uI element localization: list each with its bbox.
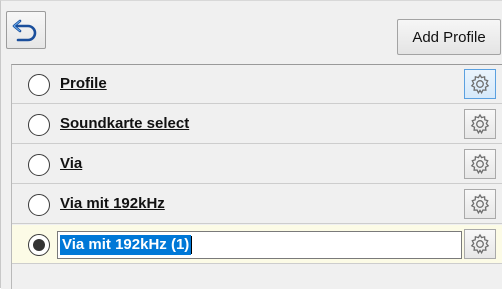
undo-arrow-icon xyxy=(12,19,37,42)
toolbar: Add Profile xyxy=(1,1,502,61)
profile-name[interactable]: Soundkarte select xyxy=(60,115,189,132)
profile-row[interactable]: Soundkarte select xyxy=(12,105,502,144)
profile-name[interactable]: Via mit 192kHz xyxy=(60,195,165,212)
profile-name-selection[interactable]: Via mit 192kHz (1) xyxy=(60,235,192,255)
left-margin xyxy=(1,64,11,289)
profile-radio[interactable] xyxy=(28,114,50,136)
profile-settings-button[interactable] xyxy=(464,229,496,259)
profile-radio[interactable] xyxy=(28,154,50,176)
profile-row[interactable]: Profile xyxy=(12,65,502,104)
profile-row[interactable]: Via mit 192kHz xyxy=(12,185,502,224)
profile-radio[interactable] xyxy=(28,74,50,96)
profile-settings-button[interactable] xyxy=(464,69,496,99)
profile-settings-button[interactable] xyxy=(464,189,496,219)
radio-dot xyxy=(33,239,45,251)
profile-settings-button[interactable] xyxy=(464,109,496,139)
profile-name[interactable]: Profile xyxy=(60,75,107,92)
profile-radio-selected[interactable] xyxy=(28,234,50,256)
text-caret xyxy=(191,235,193,254)
profile-name-input[interactable]: Via mit 192kHz (1) xyxy=(57,231,462,259)
gear-icon xyxy=(470,233,490,255)
profile-row[interactable]: Via xyxy=(12,145,502,184)
profile-settings-button[interactable] xyxy=(464,149,496,179)
gear-icon xyxy=(470,193,490,215)
gear-icon xyxy=(470,113,490,135)
back-button[interactable] xyxy=(6,11,46,49)
gear-icon xyxy=(470,73,490,95)
gear-icon xyxy=(470,153,490,175)
profile-row-editing[interactable]: Via mit 192kHz (1) xyxy=(12,225,502,264)
add-profile-button[interactable]: Add Profile xyxy=(397,19,501,55)
profile-manager-window: Add Profile Profile Soundkarte select Vi… xyxy=(0,0,502,289)
profile-name[interactable]: Via xyxy=(60,155,82,172)
profile-radio[interactable] xyxy=(28,194,50,216)
profile-list: Profile Soundkarte select Via Via mit 19… xyxy=(11,64,502,289)
